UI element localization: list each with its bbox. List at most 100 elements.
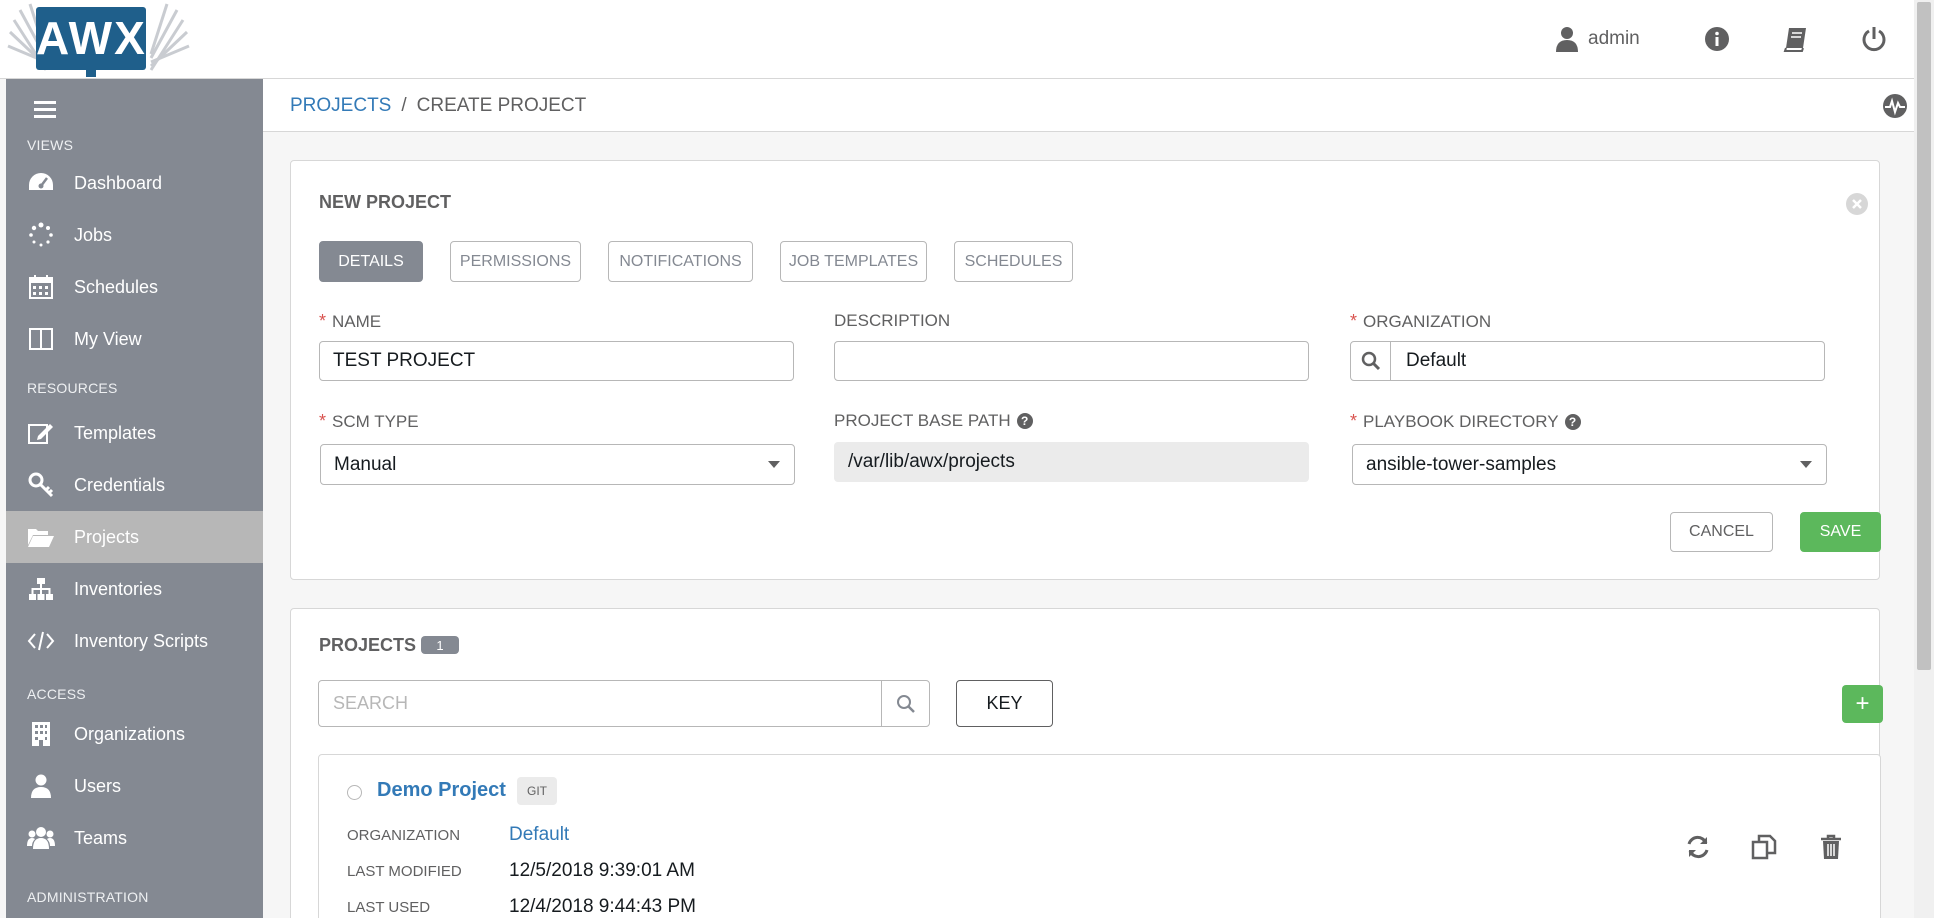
activity-stream-icon[interactable] <box>1882 93 1908 119</box>
breadcrumb-separator: / <box>401 95 407 116</box>
description-label: DESCRIPTION <box>834 311 951 330</box>
logo-stand <box>86 69 96 77</box>
key-icon <box>26 470 56 500</box>
awx-logo[interactable]: AWX <box>6 0 211 79</box>
page-scrollbar[interactable] <box>1914 0 1934 918</box>
breadcrumb-bar: PROJECTS / CREATE PROJECT <box>263 79 1914 132</box>
help-icon[interactable]: ? <box>1564 413 1581 430</box>
sidebar-item-projects[interactable]: Projects <box>6 511 263 563</box>
sidebar-item-label: Inventory Scripts <box>74 630 209 651</box>
help-icon[interactable]: ? <box>1016 413 1033 429</box>
base-path-value: /var/lib/awx/projects <box>848 451 1015 472</box>
organization-lookup-button[interactable] <box>1351 342 1391 380</box>
list-item: Demo Project GIT ORGANIZATION Default LA… <box>318 754 1881 918</box>
folder-open-icon <box>26 522 56 552</box>
sidebar-item-templates[interactable]: Templates <box>6 407 263 459</box>
refresh-icon <box>1687 835 1709 859</box>
sidebar-item-organizations[interactable]: Organizations <box>6 708 263 760</box>
sidebar-item-inventories[interactable]: Inventories <box>6 563 263 615</box>
description-input[interactable] <box>834 341 1309 381</box>
section-views: VIEWS <box>27 137 74 153</box>
scm-type-select[interactable]: Manual <box>320 444 795 485</box>
key-button[interactable]: KEY <box>956 680 1053 727</box>
tab-details[interactable]: DETAILS <box>319 241 423 282</box>
search-button[interactable] <box>881 681 929 726</box>
sidebar-item-credentials[interactable]: Credentials <box>6 459 263 511</box>
projects-list-title: PROJECTS <box>319 635 417 655</box>
search-box <box>318 680 930 727</box>
playbook-directory-value: ansible-tower-samples <box>1366 453 1557 475</box>
name-label: * NAME <box>319 311 382 331</box>
name-input[interactable] <box>319 341 794 381</box>
cancel-button[interactable]: CANCEL <box>1670 512 1773 552</box>
sidebar-item-label: Projects <box>74 526 140 547</box>
project-name-link[interactable]: Demo Project <box>377 779 506 802</box>
organization-link[interactable]: Default <box>509 824 569 846</box>
sidebar-item-inventory-scripts[interactable]: Inventory Scripts <box>6 615 263 667</box>
sidebar-item-my-view[interactable]: My View <box>6 313 263 365</box>
section-resources: RESOURCES <box>27 380 118 396</box>
save-button[interactable]: SAVE <box>1800 512 1881 552</box>
organization-lookup: Default <box>1350 341 1825 381</box>
scm-type-label: * SCM TYPE <box>319 411 419 431</box>
organization-value[interactable]: Default <box>1391 350 1466 372</box>
tab-schedules[interactable]: SCHEDULES <box>954 241 1073 282</box>
close-icon[interactable] <box>1845 192 1869 216</box>
base-path-field: /var/lib/awx/projects <box>834 442 1309 482</box>
documentation-button[interactable] <box>1779 22 1813 56</box>
required-marker: * <box>319 411 327 431</box>
sidebar-item-users[interactable]: Users <box>6 760 263 812</box>
delete-button[interactable] <box>1816 832 1846 862</box>
organization-key: ORGANIZATION <box>347 827 461 844</box>
copy-button[interactable] <box>1749 832 1779 862</box>
panel-title: NEW PROJECT <box>319 192 452 212</box>
required-marker: * <box>1350 311 1358 331</box>
section-administration: ADMINISTRATION <box>27 889 149 905</box>
search-input[interactable] <box>319 681 881 726</box>
tab-job-templates[interactable]: JOB TEMPLATES <box>780 241 927 282</box>
playbook-directory-label: * PLAYBOOK DIRECTORY ? <box>1350 411 1581 432</box>
scrollbar-thumb[interactable] <box>1917 2 1931 670</box>
users-icon <box>26 823 56 853</box>
building-icon <box>26 719 56 749</box>
required-marker: * <box>1350 411 1358 431</box>
user-menu[interactable]: admin <box>1556 22 1640 56</box>
calendar-icon <box>26 272 56 302</box>
about-button[interactable] <box>1700 22 1734 56</box>
required-marker: * <box>319 311 327 331</box>
sidebar-item-dashboard[interactable]: Dashboard <box>6 157 263 209</box>
copy-icon <box>1751 834 1777 860</box>
chevron-down-icon <box>1800 461 1812 468</box>
columns-icon <box>26 324 56 354</box>
sidebar: VIEWS Dashboard Jobs Schedules My View R… <box>6 79 263 918</box>
sidebar-item-label: Teams <box>74 827 128 848</box>
playbook-directory-select[interactable]: ansible-tower-samples <box>1352 444 1827 485</box>
logout-button[interactable] <box>1857 22 1891 56</box>
sidebar-item-jobs[interactable]: Jobs <box>6 209 263 261</box>
hamburger-menu-icon[interactable] <box>30 95 60 125</box>
trash-icon <box>1821 834 1841 859</box>
tab-permissions[interactable]: PERMISSIONS <box>450 241 581 282</box>
sidebar-item-label: Jobs <box>74 224 113 245</box>
search-icon <box>1361 351 1380 371</box>
sidebar-item-label: Users <box>74 775 122 796</box>
chevron-down-icon <box>768 461 780 468</box>
sidebar-item-label: Templates <box>74 422 157 443</box>
search-icon <box>896 694 915 713</box>
sidebar-item-label: Credentials <box>74 474 166 495</box>
edit-icon <box>26 418 56 448</box>
sidebar-item-teams[interactable]: Teams <box>6 812 263 864</box>
info-icon <box>1705 27 1729 51</box>
power-icon <box>1862 27 1886 52</box>
tab-notifications[interactable]: NOTIFICATIONS <box>608 241 753 282</box>
code-icon <box>26 626 56 656</box>
add-project-button[interactable]: + <box>1842 685 1883 723</box>
logo-text: AWX <box>36 7 146 70</box>
sidebar-item-label: My View <box>74 328 142 349</box>
book-icon <box>1783 28 1806 52</box>
sidebar-item-label: Inventories <box>74 578 163 599</box>
sync-button[interactable] <box>1683 832 1713 862</box>
project-status-indicator <box>347 785 362 800</box>
sidebar-item-schedules[interactable]: Schedules <box>6 261 263 313</box>
breadcrumb-projects-link[interactable]: PROJECTS <box>290 95 391 117</box>
